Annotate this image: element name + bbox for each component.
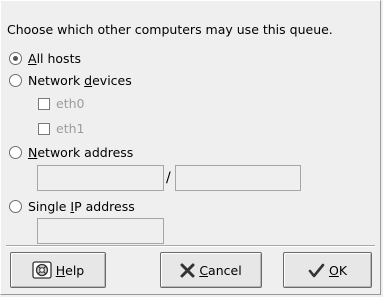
- radio-all-hosts-label: All hosts: [28, 51, 81, 66]
- radio-network-address-label: Network address: [28, 145, 134, 160]
- checkbox-indicator[interactable]: [38, 122, 50, 135]
- ok-button-label: OK: [328, 262, 348, 278]
- dialog-prompt: Choose which other computers may use thi…: [7, 22, 333, 37]
- radio-network-address[interactable]: Network address: [9, 145, 133, 160]
- ok-button[interactable]: OK: [283, 252, 372, 288]
- help-icon: [32, 261, 52, 279]
- netmask-input[interactable]: [175, 165, 301, 191]
- single-ip-input[interactable]: [37, 218, 164, 244]
- radio-button-indicator[interactable]: [9, 74, 22, 87]
- button-separator: [6, 245, 375, 247]
- checkbox-eth0[interactable]: eth0: [38, 96, 84, 111]
- radio-button-indicator[interactable]: [9, 52, 22, 65]
- help-button-label: Help: [55, 262, 85, 278]
- radio-network-devices[interactable]: Network devices: [9, 73, 132, 88]
- radio-button-indicator[interactable]: [9, 200, 22, 213]
- radio-single-ip[interactable]: Single IP address: [9, 199, 135, 214]
- address-separator: /: [166, 170, 171, 186]
- radio-all-hosts[interactable]: All hosts: [9, 51, 81, 66]
- radio-single-ip-label: Single IP address: [28, 199, 135, 214]
- checkbox-eth1[interactable]: eth1: [38, 121, 84, 136]
- radio-button-indicator[interactable]: [9, 146, 22, 159]
- checkbox-eth0-label: eth0: [56, 96, 85, 111]
- help-button[interactable]: Help: [10, 252, 106, 288]
- cancel-button[interactable]: Cancel: [160, 252, 262, 288]
- checkbox-indicator[interactable]: [38, 97, 50, 110]
- cancel-x-icon: [180, 263, 195, 278]
- ok-check-icon: [308, 263, 325, 278]
- network-address-input[interactable]: [37, 165, 164, 191]
- radio-network-devices-label: Network devices: [28, 73, 132, 88]
- checkbox-eth1-label: eth1: [56, 121, 85, 136]
- cancel-button-label: Cancel: [199, 262, 242, 278]
